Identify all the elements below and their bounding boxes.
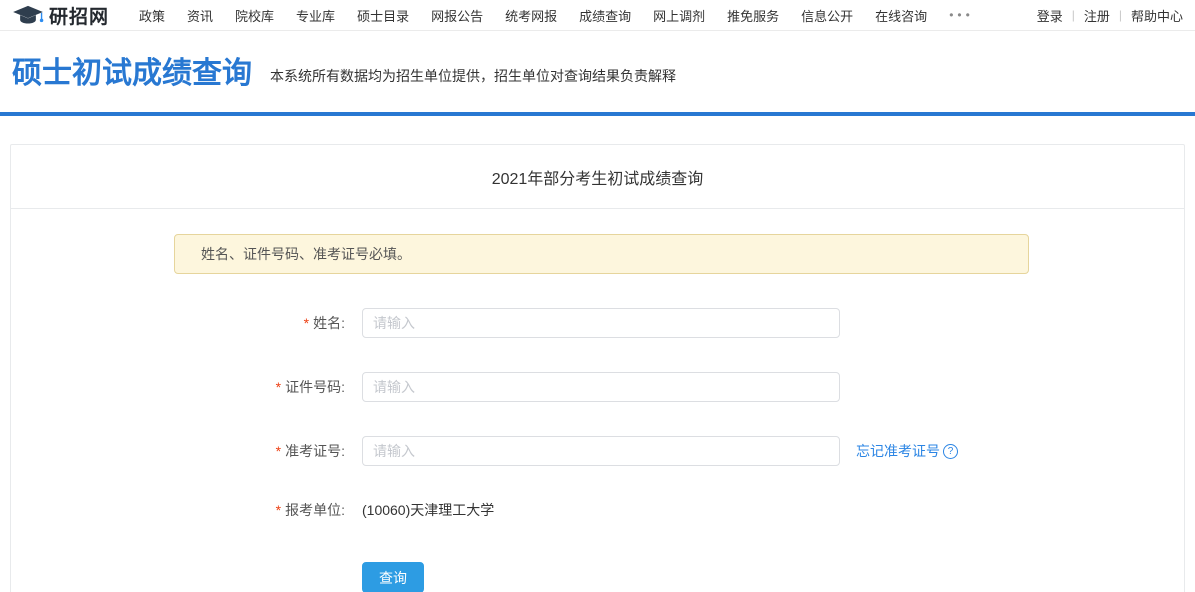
page-title: 硕士初试成绩查询 [12,57,252,91]
nav-item-college-library[interactable]: 院校库 [224,6,285,25]
nav-item-policy[interactable]: 政策 [128,6,176,25]
page-header: 硕士初试成绩查询 本系统所有数据均为招生单位提供，招生单位对查询结果负责解释 [0,31,1195,116]
form-row-institution: *报考单位: (10060)天津理工大学 [174,500,1184,520]
more-menu-icon[interactable]: ••• [938,8,985,22]
help-center-link[interactable]: 帮助中心 [1131,6,1183,25]
nav-item-master-catalog[interactable]: 硕士目录 [346,6,420,25]
form-row-name: *姓名: [174,308,1184,338]
site-logo-text: 研招网 [49,2,109,29]
nav-item-info-disclosure[interactable]: 信息公开 [790,6,864,25]
name-input[interactable] [362,308,840,338]
query-form: 姓名、证件号码、准考证号必填。 *姓名: *证件号码: [11,209,1184,592]
required-asterisk: * [276,443,281,459]
id-number-label: *证件号码: [174,377,345,397]
id-number-input[interactable] [362,372,840,402]
nav-item-major-library[interactable]: 专业库 [285,6,346,25]
name-label: *姓名: [174,313,345,333]
nav-item-online-consult[interactable]: 在线咨询 [864,6,938,25]
top-navigation-bar: 研招网 政策 资讯 院校库 专业库 硕士目录 网报公告 统考网报 成绩查询 网上… [0,0,1195,31]
forgot-exam-number-link[interactable]: 忘记准考证号? [856,441,958,461]
nav-item-online-report-notice[interactable]: 网报公告 [420,6,494,25]
nav-item-unified-exam-report[interactable]: 统考网报 [494,6,568,25]
nav-item-score-query[interactable]: 成绩查询 [568,6,642,25]
score-query-card: 2021年部分考生初试成绩查询 姓名、证件号码、准考证号必填。 *姓名: *证件… [10,144,1185,592]
page-subtitle: 本系统所有数据均为招生单位提供，招生单位对查询结果负责解释 [270,66,676,91]
institution-value: (10060)天津理工大学 [362,500,494,520]
button-row: 查询 [174,562,1184,592]
exam-number-label: *准考证号: [174,441,345,461]
help-question-icon: ? [943,444,958,459]
institution-label: *报考单位: [174,500,345,520]
separator: | [1072,8,1075,22]
form-row-id-number: *证件号码: [174,372,1184,402]
register-link[interactable]: 注册 [1084,6,1110,25]
site-logo[interactable]: 研招网 [12,2,116,29]
account-links: 登录 | 注册 | 帮助中心 [1037,6,1183,25]
login-link[interactable]: 登录 [1037,6,1063,25]
main-nav: 政策 资讯 院校库 专业库 硕士目录 网报公告 统考网报 成绩查询 网上调剂 推… [128,6,1037,25]
required-fields-alert: 姓名、证件号码、准考证号必填。 [174,234,1029,274]
required-asterisk: * [276,379,281,395]
form-row-exam-number: *准考证号: 忘记准考证号? [174,436,1184,466]
required-asterisk: * [304,315,309,331]
card-title: 2021年部分考生初试成绩查询 [11,145,1184,209]
nav-item-news[interactable]: 资讯 [176,6,224,25]
exam-number-input[interactable] [362,436,840,466]
nav-item-exemption-service[interactable]: 推免服务 [716,6,790,25]
required-asterisk: * [276,502,281,518]
nav-item-online-adjustment[interactable]: 网上调剂 [642,6,716,25]
query-button[interactable]: 查询 [362,562,424,592]
separator: | [1119,8,1122,22]
main-content: 2021年部分考生初试成绩查询 姓名、证件号码、准考证号必填。 *姓名: *证件… [0,116,1195,592]
graduation-cap-icon [12,5,44,26]
